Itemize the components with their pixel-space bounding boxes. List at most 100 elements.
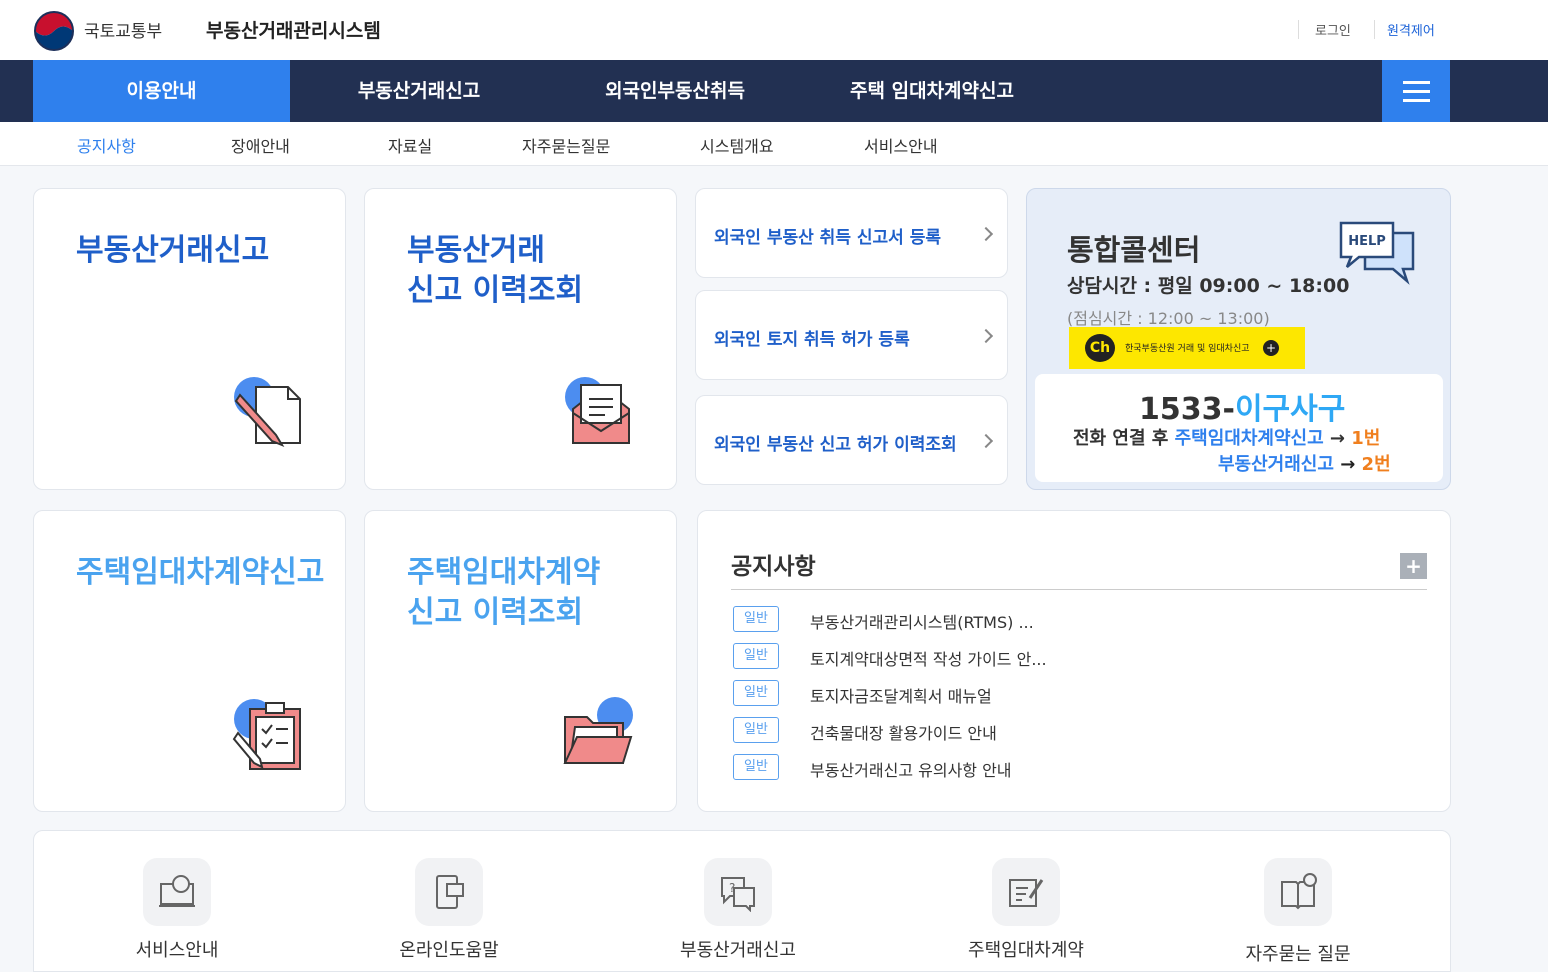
category-badge: 일반	[733, 680, 779, 706]
hamburger-icon-bar	[1403, 90, 1430, 93]
login-link[interactable]: 로그인	[1298, 20, 1351, 39]
category-badge: 일반	[733, 717, 779, 743]
call-number-prefix: 1533-	[1139, 392, 1235, 427]
card-lease-report[interactable]: 주택임대차계약신고	[33, 510, 346, 812]
add-circle-icon: +	[1263, 340, 1279, 356]
route-service: 주택임대차계약신고	[1174, 428, 1324, 449]
quick-lease-contract[interactable]: 주택임대차계약	[956, 858, 1096, 962]
quick-links: 서비스안내 온라인도움말 ? 부동산거래신고 주택임대차계약 자주묻는 질문	[33, 830, 1451, 972]
envelope-icon	[565, 377, 630, 444]
notice-item-title[interactable]: 토지계약대상면적 작성 가이드 안...	[810, 646, 1047, 670]
mobile-help-icon	[415, 858, 483, 926]
call-number-box: 1533-이구사구 전화 연결 후 주택임대차계약신고 → 1번 부동산거래신고…	[1035, 374, 1443, 482]
card-title: 주택임대차계약신고	[76, 555, 325, 590]
divider	[731, 589, 1427, 590]
monitor-chat-icon	[143, 858, 211, 926]
hamburger-icon-bar	[1403, 99, 1430, 102]
notice-item-title[interactable]: 부동산거래관리시스템(RTMS) ...	[810, 609, 1034, 633]
kakao-channel-label: 한국부동산원 거래 및 임대차신고	[1125, 344, 1250, 354]
svg-text:?: ?	[729, 881, 735, 895]
quick-label: 자주묻는 질문	[1245, 944, 1351, 965]
quick-label: 온라인도움말	[399, 940, 499, 961]
call-number[interactable]: 1533-이구사구	[1139, 384, 1345, 428]
route-number: 2번	[1361, 454, 1391, 475]
nav-usage-guide[interactable]: 이용안내	[33, 60, 290, 122]
government-logo-icon[interactable]	[32, 9, 76, 53]
call-route-real-estate: 부동산거래신고 → 2번	[1218, 450, 1391, 476]
call-center-hours: 상담시간 : 평일 09:00 ~ 18:00	[1067, 275, 1350, 297]
card-title-line: 주택임대차계약	[407, 555, 601, 590]
card-title: 부동산거래 신고 이력조회	[407, 231, 583, 311]
subnav-system-overview[interactable]: 시스템개요	[700, 133, 774, 157]
notice-panel: 공지사항 + 일반 부동산거래관리시스템(RTMS) ... 일반 토지계약대상…	[697, 510, 1451, 812]
book-info-icon	[1264, 858, 1332, 926]
folder-icon	[563, 697, 633, 764]
category-badge: 일반	[733, 606, 779, 632]
route-number: 1번	[1351, 428, 1381, 449]
card-real-estate-report[interactable]: 부동산거래신고	[33, 188, 346, 490]
clipboard-checklist-icon	[232, 699, 301, 770]
subnav-service-guide[interactable]: 서비스안내	[864, 133, 938, 157]
card-lease-history[interactable]: 주택임대차계약 신고 이력조회	[364, 510, 677, 812]
category-badge: 일반	[733, 754, 779, 780]
help-bubble-text: HELP	[1348, 234, 1386, 249]
site-header: 국토교통부 부동산거래관리시스템 로그인 원격제어	[0, 0, 1548, 60]
call-route-lease: 전화 연결 후 주택임대차계약신고 → 1번	[1073, 424, 1380, 450]
remote-control-link[interactable]: 원격제어	[1374, 20, 1435, 39]
link-foreign-permit-history[interactable]: 외국인 부동산 신고 허가 이력조회	[695, 395, 1008, 485]
subnav-faq[interactable]: 자주묻는질문	[522, 133, 610, 157]
quick-faq[interactable]: 자주묻는 질문	[1228, 858, 1368, 966]
kakao-channel-icon: Ch	[1085, 334, 1115, 362]
hamburger-icon	[1403, 81, 1430, 84]
notice-title: 공지사항	[731, 554, 816, 580]
quick-label: 서비스안내	[135, 940, 219, 961]
card-title: 부동산거래신고	[76, 233, 270, 268]
subnav-archive[interactable]: 자료실	[388, 133, 432, 157]
help-bubble-icon: HELP	[1339, 221, 1415, 285]
chevron-right-icon	[978, 328, 994, 344]
route-text: 전화 연결 후	[1073, 428, 1175, 449]
edit-document-icon	[992, 858, 1060, 926]
card-title-line: 부동산거래	[407, 233, 545, 268]
link-label: 외국인 부동산 취득 신고서 등록	[714, 228, 941, 248]
system-name[interactable]: 부동산거래관리시스템	[206, 16, 381, 43]
nav-foreigner-acquisition[interactable]: 외국인부동산취득	[580, 60, 770, 122]
subnav-notice[interactable]: 공지사항	[77, 133, 136, 157]
card-title-line: 신고 이력조회	[407, 595, 584, 630]
question-bubble-icon: ?	[704, 858, 772, 926]
call-number-suffix: 이구사구	[1234, 392, 1346, 427]
notice-item-title[interactable]: 건축물대장 활용가이드 안내	[810, 720, 997, 744]
link-label: 외국인 토지 취득 허가 등록	[714, 330, 910, 350]
chevron-right-icon	[978, 226, 994, 242]
notice-item-title[interactable]: 부동산거래신고 유의사항 안내	[810, 757, 1012, 781]
call-center-lunch: (점심시간 : 12:00 ~ 13:00)	[1067, 309, 1270, 328]
route-arrow: →	[1323, 428, 1352, 449]
category-badge: 일반	[733, 643, 779, 669]
nav-real-estate-report[interactable]: 부동산거래신고	[330, 60, 508, 122]
quick-real-estate-report[interactable]: ? 부동산거래신고	[668, 858, 808, 962]
link-foreign-land-permit[interactable]: 외국인 토지 취득 허가 등록	[695, 290, 1008, 380]
subnav-outage[interactable]: 장애안내	[231, 133, 290, 157]
quick-service-guide[interactable]: 서비스안내	[107, 858, 247, 962]
call-center-panel: 통합콜센터 상담시간 : 평일 09:00 ~ 18:00 (점심시간 : 12…	[1026, 188, 1451, 490]
nav-lease-report[interactable]: 주택 임대차계약신고	[828, 60, 1036, 122]
link-foreign-acquisition-register[interactable]: 외국인 부동산 취득 신고서 등록	[695, 188, 1008, 278]
quick-label: 주택임대차계약	[968, 940, 1084, 961]
call-center-title: 통합콜센터	[1067, 233, 1201, 267]
card-title: 주택임대차계약 신고 이력조회	[407, 553, 600, 633]
link-label: 외국인 부동산 신고 허가 이력조회	[714, 435, 957, 455]
notice-item-title[interactable]: 토지자금조달계획서 매뉴얼	[810, 683, 992, 707]
ministry-name[interactable]: 국토교통부	[84, 17, 162, 42]
kakao-channel-button[interactable]: Ch 한국부동산원 거래 및 임대차신고 +	[1069, 327, 1305, 369]
menu-button[interactable]	[1382, 60, 1450, 122]
more-button[interactable]: +	[1400, 553, 1427, 579]
route-service: 부동산거래신고	[1218, 454, 1334, 475]
quick-online-help[interactable]: 온라인도움말	[379, 858, 519, 962]
chevron-right-icon	[978, 433, 994, 449]
sub-nav: 공지사항 장애안내 자료실 자주묻는질문 시스템개요 서비스안내	[0, 122, 1548, 166]
quick-label: 부동산거래신고	[680, 940, 796, 961]
document-pen-icon	[234, 377, 301, 448]
card-real-estate-history[interactable]: 부동산거래 신고 이력조회	[364, 188, 677, 490]
card-title-line: 신고 이력조회	[407, 273, 584, 308]
main-nav: 이용안내 부동산거래신고 외국인부동산취득 주택 임대차계약신고	[0, 60, 1548, 122]
